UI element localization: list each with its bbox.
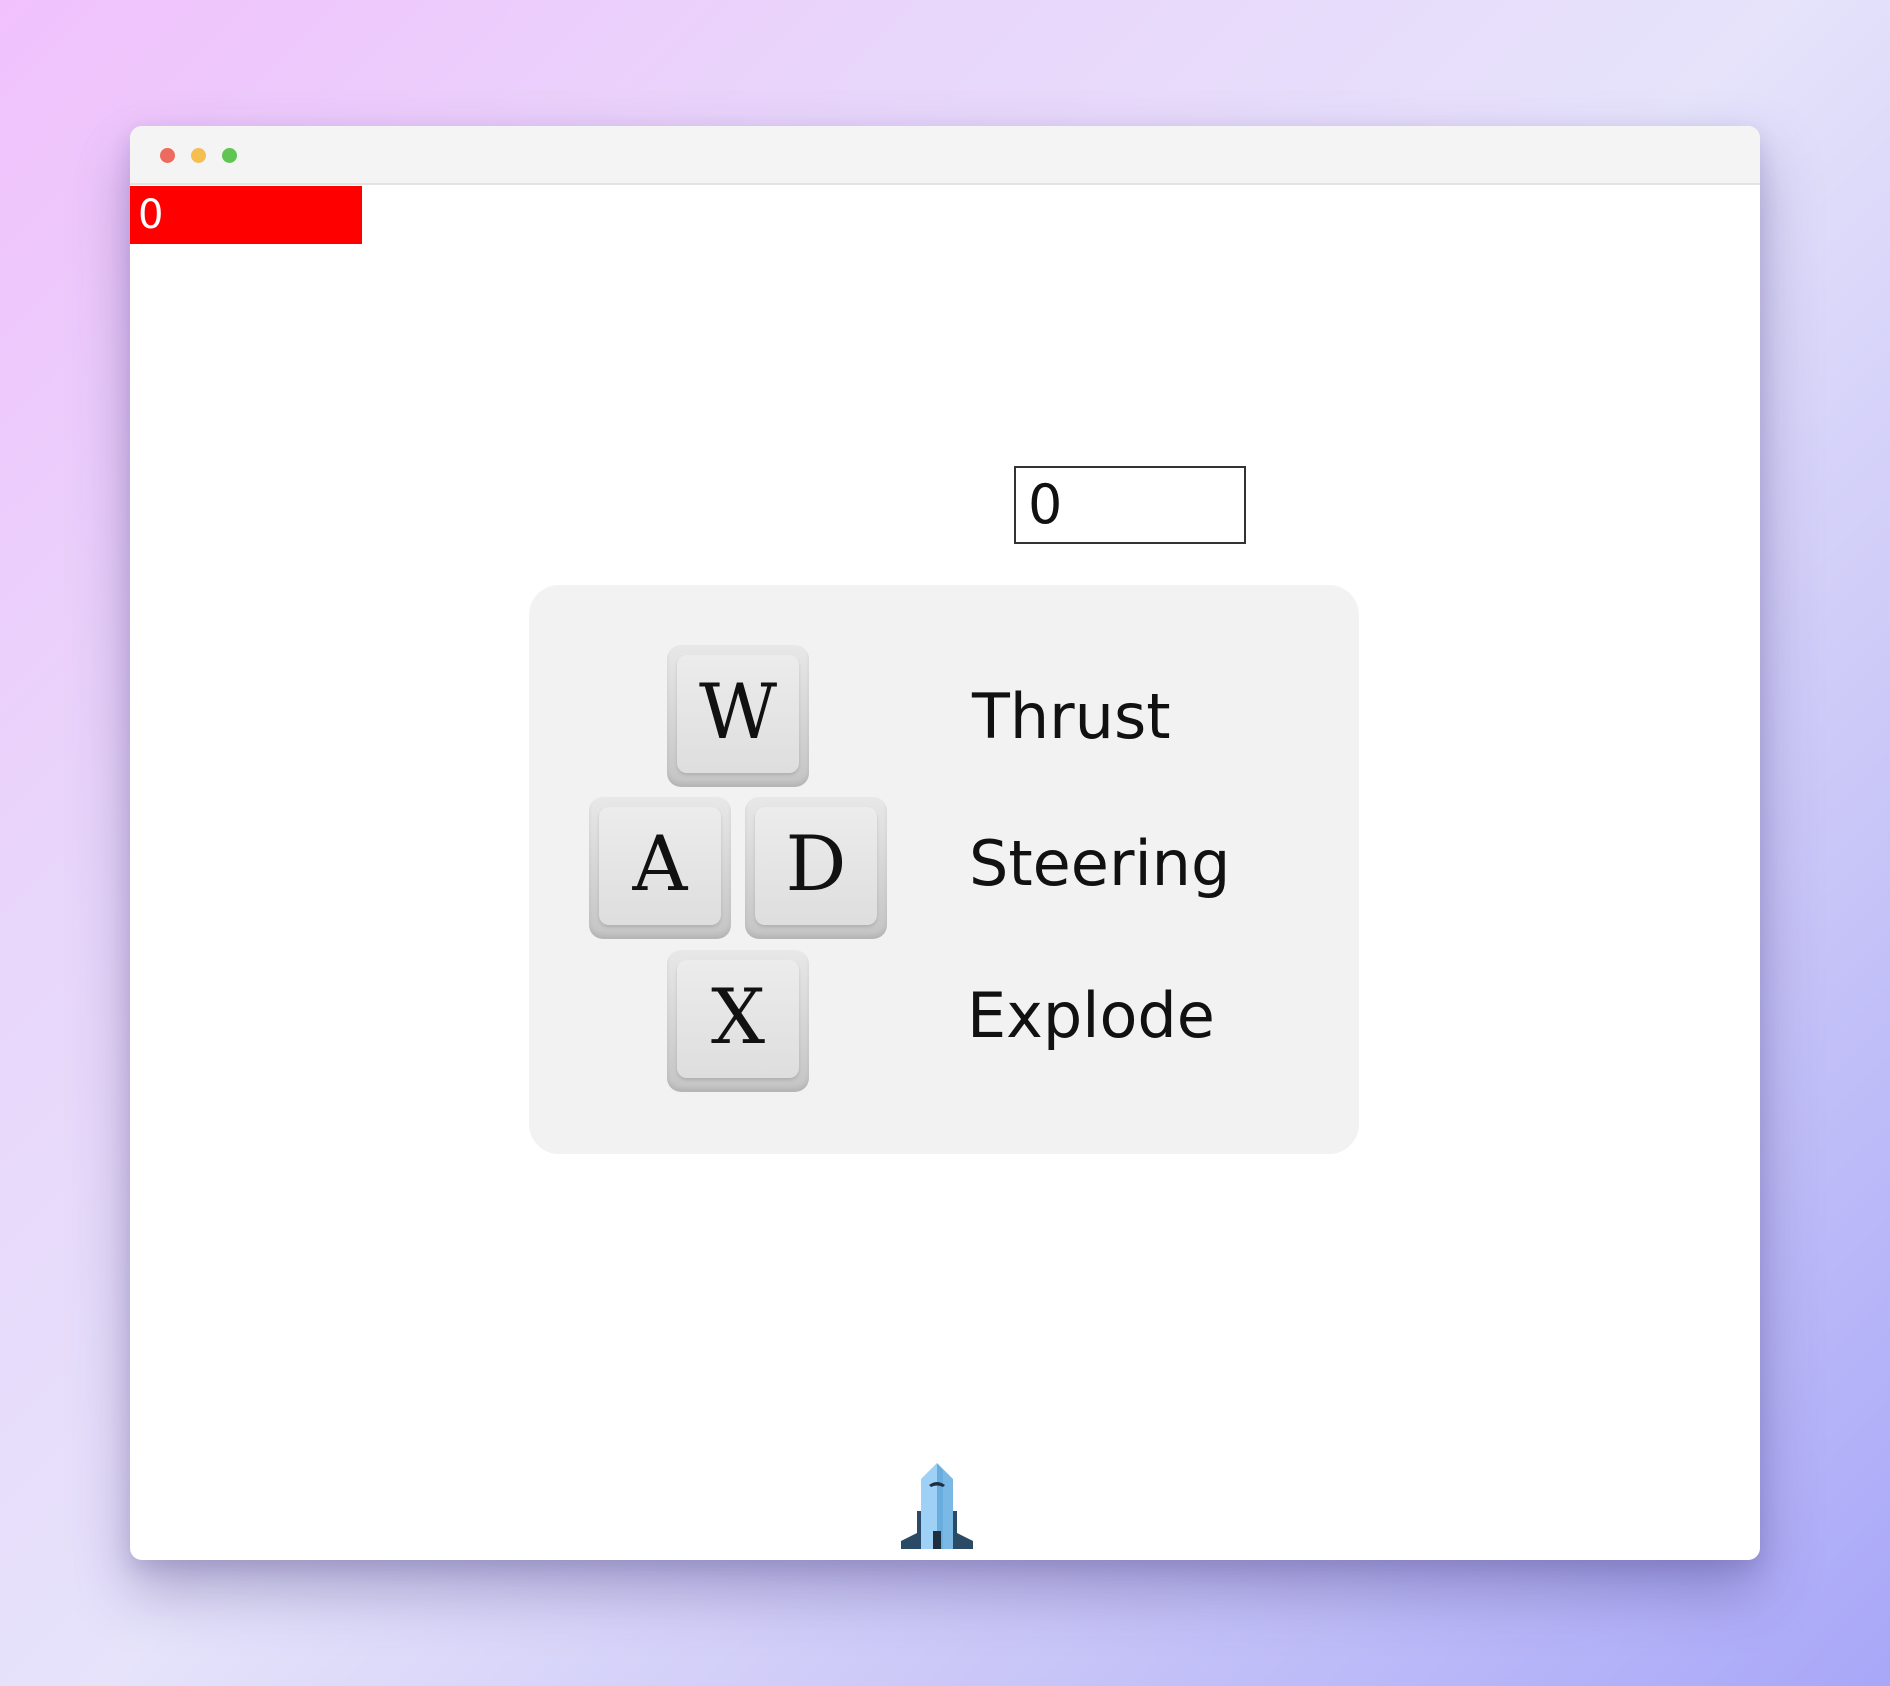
minimize-window-button[interactable] [191, 148, 206, 163]
thrust-label: Thrust [972, 680, 1171, 753]
close-window-button[interactable] [160, 148, 175, 163]
rocket-icon [901, 1463, 973, 1549]
key-d: D [745, 797, 887, 939]
score-display: 0 [1014, 466, 1246, 544]
key-d-label: D [785, 818, 847, 908]
key-a: A [589, 797, 731, 939]
key-x-label: X [710, 971, 766, 1061]
key-a-label: A [632, 818, 688, 908]
explode-label: Explode [967, 979, 1215, 1052]
key-x: X [667, 950, 809, 1092]
score-value: 0 [1028, 473, 1063, 536]
key-w: W [667, 645, 809, 787]
key-w-label: W [698, 666, 778, 756]
health-value: 0 [138, 192, 164, 238]
rocket-right-fin [953, 1511, 973, 1549]
health-bar: 0 [130, 186, 362, 244]
rocket-left-fin [901, 1511, 921, 1549]
steering-label: Steering [969, 827, 1231, 900]
game-window: 0 0 W A D X Thrust Steering Explode [130, 126, 1760, 1560]
rocket-exhaust [933, 1531, 941, 1549]
controls-help-panel: W A D X Thrust Steering Explode [529, 585, 1359, 1154]
window-titlebar [130, 126, 1760, 185]
maximize-window-button[interactable] [222, 148, 237, 163]
